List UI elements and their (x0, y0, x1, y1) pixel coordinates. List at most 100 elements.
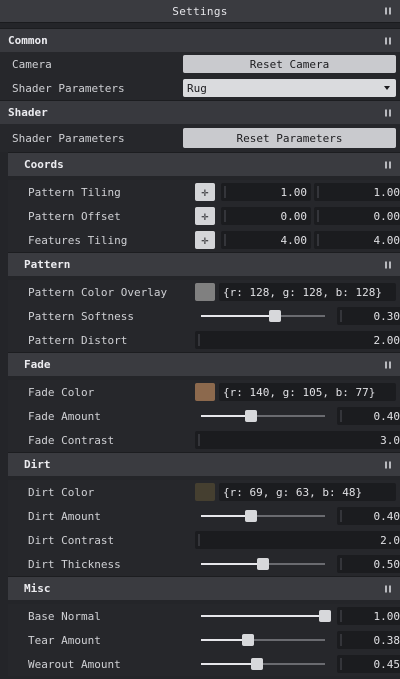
settings-titlebar[interactable]: Settings (0, 0, 400, 23)
dirt-color-label: Dirt Color (28, 485, 95, 499)
dirt-contrast-field[interactable]: 2.0 (195, 531, 400, 549)
wearout-amount-slider[interactable] (201, 655, 325, 673)
pattern-color-field[interactable]: {r: 128, g: 128, b: 128} (219, 283, 396, 301)
pattern-tiling-y-field[interactable]: 1.00 (314, 183, 400, 201)
tear-amount-label: Tear Amount (28, 633, 101, 647)
slider-handle[interactable] (244, 410, 257, 422)
shader-parameters-label: Shader Parameters (12, 131, 125, 145)
slider-handle[interactable] (319, 610, 331, 622)
dirt-contrast-label: Dirt Contrast (28, 533, 115, 547)
camera-label: Camera (12, 57, 52, 71)
slider-handle[interactable] (269, 310, 282, 322)
features-tiling-y-field[interactable]: 4.00 (314, 231, 400, 249)
fade-color-field[interactable]: {r: 140, g: 105, b: 77} (219, 383, 396, 401)
pattern-softness-field[interactable]: 0.30 (337, 307, 400, 325)
pattern-tiling-label: Pattern Tiling (28, 185, 121, 199)
collapse-grip-icon[interactable] (384, 585, 392, 592)
pattern-offset-row: Pattern Offset ✛ 0.00 0.00 (8, 204, 400, 228)
wearout-amount-label: Wearout Amount (28, 657, 121, 671)
vector-edit-icon[interactable]: ✛ (195, 207, 215, 225)
shader-parameters-select[interactable]: Rug (183, 79, 396, 97)
section-header-shader[interactable]: Shader (0, 100, 400, 124)
pattern-distort-row: Pattern Distort 2.00 (8, 328, 400, 352)
dirt-amount-label: Dirt Amount (28, 509, 101, 523)
features-tiling-label: Features Tiling (28, 233, 128, 247)
shader-parameters-label: Shader Parameters (12, 81, 125, 95)
base-normal-slider[interactable] (201, 607, 331, 625)
pattern-offset-y-field[interactable]: 0.00 (314, 207, 400, 225)
slider-handle[interactable] (250, 658, 263, 670)
fade-amount-row: Fade Amount 0.40 (8, 404, 400, 428)
base-normal-label: Base Normal (28, 609, 101, 623)
panel-title: Settings (172, 4, 228, 18)
section-header-fade[interactable]: Fade (8, 352, 400, 376)
wearout-amount-row: Wearout Amount 0.45 (8, 652, 400, 676)
tear-amount-slider[interactable] (201, 631, 325, 649)
fade-contrast-row: Fade Contrast 3.0 (8, 428, 400, 452)
collapse-grip-icon[interactable] (384, 7, 392, 15)
collapse-grip-icon[interactable] (384, 461, 392, 468)
fade-amount-label: Fade Amount (28, 409, 101, 423)
section-title: Shader (8, 106, 48, 119)
dirt-contrast-row: Dirt Contrast 2.0 (8, 528, 400, 552)
tear-amount-field[interactable]: 0.38 (337, 631, 400, 649)
base-normal-field[interactable]: 1.00 (337, 607, 400, 625)
dirt-thickness-row: Dirt Thickness 0.50 (8, 552, 400, 576)
slider-handle[interactable] (244, 510, 257, 522)
pattern-softness-slider[interactable] (201, 307, 325, 325)
collapse-grip-icon[interactable] (384, 261, 392, 268)
shader-parameters-reset-row: Shader Parameters Reset Parameters (0, 124, 400, 152)
collapse-grip-icon[interactable] (384, 161, 392, 168)
pattern-softness-label: Pattern Softness (28, 309, 134, 323)
collapse-grip-icon[interactable] (384, 109, 392, 116)
dirt-amount-field[interactable]: 0.40 (337, 507, 400, 525)
dirt-color-swatch[interactable] (195, 483, 215, 501)
section-title: Fade (24, 358, 51, 371)
pattern-softness-row: Pattern Softness 0.30 (8, 304, 400, 328)
fade-color-row: Fade Color {r: 140, g: 105, b: 77} (8, 380, 400, 404)
pattern-tiling-row: Pattern Tiling ✛ 1.00 1.00 (8, 180, 400, 204)
section-header-common[interactable]: Common (0, 28, 400, 52)
features-tiling-row: Features Tiling ✛ 4.00 4.00 (8, 228, 400, 252)
reset-camera-button[interactable]: Reset Camera (183, 55, 396, 73)
pattern-distort-field[interactable]: 2.00 (195, 331, 400, 349)
pattern-tiling-x-field[interactable]: 1.00 (221, 183, 311, 201)
slider-handle[interactable] (242, 634, 255, 646)
pattern-color-label: Pattern Color Overlay (28, 285, 168, 299)
pattern-offset-x-field[interactable]: 0.00 (221, 207, 311, 225)
dirt-amount-row: Dirt Amount 0.40 (8, 504, 400, 528)
dirt-thickness-label: Dirt Thickness (28, 557, 121, 571)
fade-color-swatch[interactable] (195, 383, 215, 401)
wearout-amount-field[interactable]: 0.45 (337, 655, 400, 673)
dirt-color-field[interactable]: {r: 69, g: 63, b: 48} (219, 483, 396, 501)
features-tiling-x-field[interactable]: 4.00 (221, 231, 311, 249)
section-header-misc[interactable]: Misc (8, 576, 400, 600)
dirt-thickness-slider[interactable] (201, 555, 325, 573)
section-title: Misc (24, 582, 51, 595)
shader-parameters-row: Shader Parameters Rug (0, 76, 400, 100)
collapse-grip-icon[interactable] (384, 37, 392, 44)
fade-amount-field[interactable]: 0.40 (337, 407, 400, 425)
section-header-dirt[interactable]: Dirt (8, 452, 400, 476)
vector-edit-icon[interactable]: ✛ (195, 231, 215, 249)
dirt-color-row: Dirt Color {r: 69, g: 63, b: 48} (8, 480, 400, 504)
dirt-thickness-field[interactable]: 0.50 (337, 555, 400, 573)
fade-contrast-label: Fade Contrast (28, 433, 115, 447)
chevron-down-icon (384, 86, 390, 90)
slider-handle[interactable] (257, 558, 269, 570)
collapse-grip-icon[interactable] (384, 361, 392, 368)
section-title: Dirt (24, 458, 51, 471)
section-header-coords[interactable]: Coords (8, 152, 400, 176)
vector-edit-icon[interactable]: ✛ (195, 183, 215, 201)
pattern-distort-label: Pattern Distort (28, 333, 128, 347)
fade-amount-slider[interactable] (201, 407, 325, 425)
section-title: Pattern (24, 258, 71, 271)
section-header-pattern[interactable]: Pattern (8, 252, 400, 276)
base-normal-row: Base Normal 1.00 (8, 604, 400, 628)
fade-contrast-field[interactable]: 3.0 (195, 431, 400, 449)
dirt-amount-slider[interactable] (201, 507, 325, 525)
reset-parameters-button[interactable]: Reset Parameters (183, 128, 396, 148)
pattern-color-swatch[interactable] (195, 283, 215, 301)
fade-color-label: Fade Color (28, 385, 95, 399)
pattern-offset-label: Pattern Offset (28, 209, 121, 223)
